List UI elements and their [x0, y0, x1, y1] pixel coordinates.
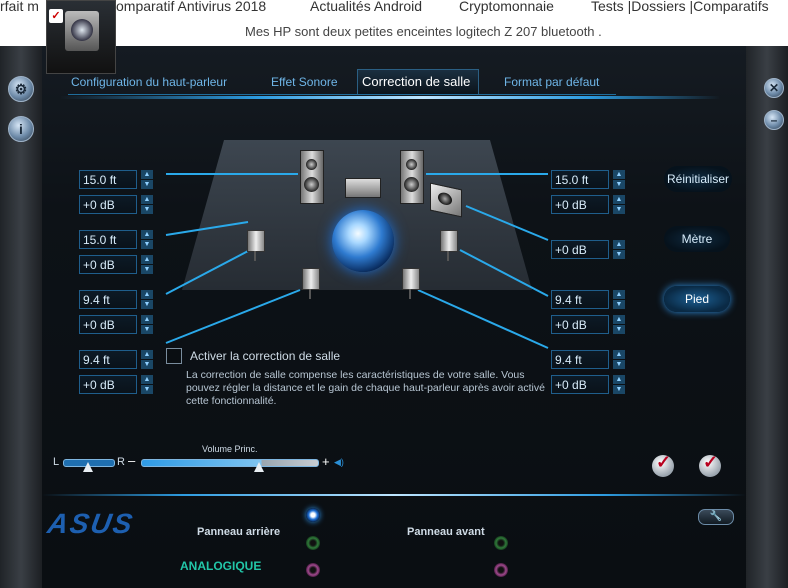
spinner[interactable]: ▲ ▼ [613, 240, 625, 259]
footer-glow-divider [42, 494, 746, 496]
left-gain-field-1[interactable]: +0 dB [79, 195, 137, 214]
analog-label: ANALOGIQUE [180, 559, 262, 573]
front-panel-label: Panneau avant [407, 526, 485, 538]
rear-panel-label: Panneau arrière [197, 526, 281, 538]
volume-slider[interactable] [141, 459, 319, 467]
volume-plus: + [322, 454, 330, 469]
room-correction-label: Activer la correction de salle [190, 349, 341, 363]
spinner[interactable]: ▲ ▼ [141, 230, 153, 249]
left-gain-field-2[interactable]: +0 dB [79, 255, 137, 274]
left-distance-field-1[interactable]: 15.0 ft [79, 170, 137, 189]
volume-label: Volume Princ. [202, 444, 258, 454]
listener-position-sphere [332, 210, 394, 272]
feet-button[interactable]: Pied [664, 286, 730, 312]
rear-right-speaker[interactable] [402, 268, 420, 299]
right-gain-field-2[interactable]: +0 dB [551, 240, 609, 259]
front-right-speaker[interactable] [400, 150, 424, 204]
balance-left-label: L [53, 456, 60, 468]
front-jack-pink[interactable] [494, 563, 508, 577]
right-gain-field-4[interactable]: +0 dB [551, 375, 609, 394]
right-distance-field-3[interactable]: 9.4 ft [551, 290, 609, 309]
spinner[interactable]: ▲ ▼ [141, 315, 153, 334]
right-gain-field-1[interactable]: +0 dB [551, 195, 609, 214]
rear-left-speaker[interactable] [302, 268, 320, 299]
left-distance-field-4[interactable]: 9.4 ft [79, 350, 137, 369]
reset-button[interactable]: Réinitialiser [664, 166, 732, 192]
left-distance-field-2[interactable]: 15.0 ft [79, 230, 137, 249]
volume-minus: – [128, 453, 136, 468]
ok-check-icon[interactable]: ✓ [652, 452, 674, 477]
rear-jack-pink[interactable] [306, 563, 320, 577]
spinner[interactable]: ▲ ▼ [613, 350, 625, 369]
spinner[interactable]: ▲ ▼ [141, 350, 153, 369]
balance-right-label: R [117, 456, 125, 468]
rear-jack-blue[interactable] [306, 508, 320, 522]
apply-check-icon[interactable]: ✓ [699, 452, 721, 477]
right-distance-field-1[interactable]: 15.0 ft [551, 170, 609, 189]
left-gain-field-4[interactable]: +0 dB [79, 375, 137, 394]
speaker-volume-icon[interactable]: ◀) [334, 457, 344, 468]
spinner[interactable]: ▲ ▼ [613, 170, 625, 189]
spinner[interactable]: ▲ ▼ [613, 375, 625, 394]
rear-jack-green[interactable] [306, 536, 320, 550]
front-left-speaker[interactable] [300, 150, 324, 204]
volume-thumb[interactable] [253, 462, 264, 472]
brand-logo: ASUS [45, 508, 137, 539]
center-speaker[interactable] [345, 178, 381, 198]
right-gain-field-3[interactable]: +0 dB [551, 315, 609, 334]
left-distance-field-3[interactable]: 9.4 ft [79, 290, 137, 309]
right-distance-field-4[interactable]: 9.4 ft [551, 350, 609, 369]
room-correction-description: La correction de salle compense les cara… [186, 369, 545, 407]
spinner[interactable]: ▲ ▼ [613, 315, 625, 334]
balance-thumb[interactable] [83, 462, 93, 472]
spinner[interactable]: ▲ ▼ [141, 255, 153, 274]
spinner[interactable]: ▲ ▼ [613, 195, 625, 214]
side-right-speaker[interactable] [440, 230, 458, 261]
spinner[interactable]: ▲ ▼ [613, 290, 625, 309]
spinner[interactable]: ▲ ▼ [141, 290, 153, 309]
left-gain-field-3[interactable]: +0 dB [79, 315, 137, 334]
front-jack-green[interactable] [494, 536, 508, 550]
wrench-icon[interactable]: 🔧 [698, 509, 734, 525]
spinner[interactable]: ▲ ▼ [141, 375, 153, 394]
spinner[interactable]: ▲ ▼ [141, 195, 153, 214]
room-correction-checkbox[interactable] [166, 348, 182, 364]
meter-button[interactable]: Mètre [664, 226, 730, 252]
side-left-speaker[interactable] [247, 230, 265, 261]
spinner[interactable]: ▲ ▼ [141, 170, 153, 189]
